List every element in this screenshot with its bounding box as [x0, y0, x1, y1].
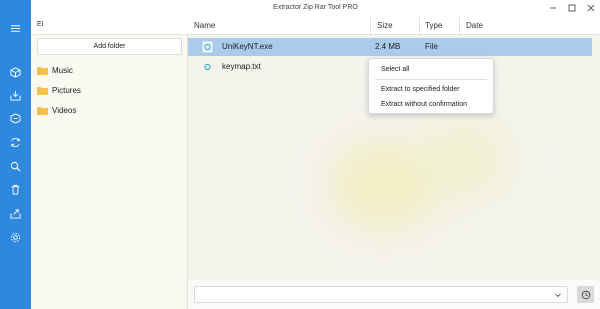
menu-item-extract-without-confirmation[interactable]: Extract without confirmation — [381, 101, 467, 108]
menu-item-select-all[interactable]: Select all — [381, 66, 409, 73]
folder-item-label: Music — [52, 65, 73, 75]
window-title: Extractor Zip Rar Tool PRO — [273, 4, 358, 11]
box-icon[interactable] — [9, 66, 22, 79]
maximize-icon[interactable] — [565, 2, 579, 14]
column-header-name[interactable]: Name — [194, 21, 215, 30]
clock-icon — [581, 290, 590, 299]
file-size: 2.4 MB — [375, 42, 401, 51]
close-icon[interactable] — [584, 2, 598, 14]
menu-item-extract-to-folder[interactable]: Extract to specified folder — [381, 86, 460, 93]
refresh-icon[interactable] — [9, 136, 22, 149]
left-rail — [0, 0, 31, 309]
folder-item-music[interactable]: Music — [37, 64, 177, 76]
column-divider[interactable] — [419, 17, 420, 35]
file-row[interactable]: UniKeyNT.exe 2.4 MB File — [188, 38, 592, 56]
share-icon[interactable] — [9, 207, 22, 220]
menu-icon[interactable] — [9, 22, 22, 35]
archive-in-icon[interactable] — [9, 89, 22, 102]
title-bar: Extractor Zip Rar Tool PRO — [31, 0, 600, 17]
archive-out-icon[interactable] — [9, 112, 22, 125]
file-type: File — [425, 42, 438, 51]
file-icon — [201, 40, 214, 54]
folder-icon — [37, 106, 48, 115]
file-list-header: Name Size Type Date — [188, 17, 600, 35]
column-header-type[interactable]: Type — [425, 21, 442, 30]
column-divider[interactable] — [370, 17, 371, 35]
folder-pane-header-label: EI — [37, 21, 44, 28]
folder-icon — [37, 66, 48, 75]
column-header-size[interactable]: Size — [377, 21, 393, 30]
column-header-date[interactable]: Date — [466, 21, 483, 30]
file-name: keymap.txt — [222, 62, 261, 71]
file-name: UniKeyNT.exe — [222, 42, 273, 51]
minimize-icon[interactable] — [546, 2, 560, 14]
search-icon[interactable] — [9, 160, 22, 173]
folder-item-label: Videos — [52, 105, 77, 115]
trash-icon[interactable] — [9, 183, 22, 196]
column-divider[interactable] — [459, 17, 460, 35]
history-button[interactable] — [577, 286, 594, 303]
folder-item-label: Pictures — [52, 85, 81, 95]
add-folder-button[interactable]: Add folder — [37, 38, 182, 55]
context-menu: Select all Extract to specified folder E… — [368, 58, 494, 114]
destination-path-select[interactable] — [194, 286, 568, 303]
background-blob — [420, 120, 510, 200]
folder-icon — [37, 86, 48, 95]
folder-pane: EI Add folder Music Pictures Videos — [31, 17, 188, 309]
folder-item-videos[interactable]: Videos — [37, 104, 177, 116]
menu-separator — [375, 79, 487, 80]
folder-item-pictures[interactable]: Pictures — [37, 84, 177, 96]
folder-pane-header: EI — [31, 17, 188, 35]
settings-icon[interactable] — [9, 231, 22, 244]
file-icon — [204, 63, 211, 71]
chevron-down-icon[interactable] — [554, 291, 562, 299]
bottom-bar — [188, 280, 600, 309]
